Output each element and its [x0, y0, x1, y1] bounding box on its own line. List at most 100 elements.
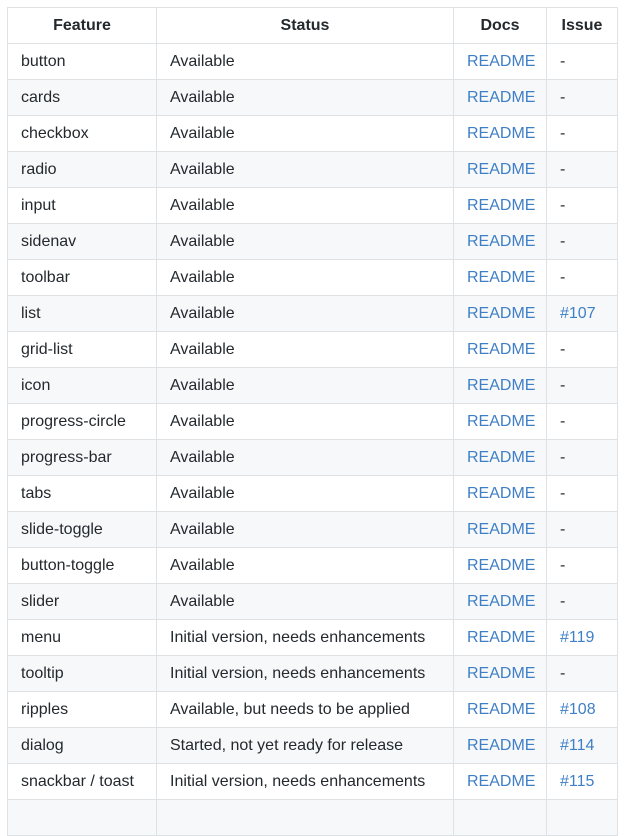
status-cell: Available [156, 295, 454, 332]
issue-cell: - [546, 331, 618, 368]
docs-cell: README [453, 223, 547, 260]
issue-none-text: - [560, 232, 566, 250]
issue-none-text: - [560, 124, 566, 142]
readme-link[interactable]: README [467, 449, 535, 466]
feature-cell: slide-toggle [7, 511, 157, 548]
issue-link[interactable]: #119 [560, 629, 594, 646]
readme-link[interactable]: README [467, 377, 535, 394]
table-row: grid-list Available README - [7, 331, 618, 368]
readme-link[interactable]: README [467, 629, 535, 646]
issue-cell: - [546, 223, 618, 260]
docs-cell: README [453, 79, 547, 116]
issue-link[interactable]: #108 [560, 701, 596, 718]
status-cell: Initial version, needs enhancements [156, 655, 454, 692]
feature-cell: progress-circle [7, 403, 157, 440]
table-row: radio Available README - [7, 151, 618, 188]
readme-link[interactable]: README [467, 305, 535, 322]
table-row: progress-circle Available README - [7, 403, 618, 440]
readme-link[interactable]: README [467, 341, 535, 358]
readme-link[interactable]: README [467, 557, 535, 574]
issue-link[interactable]: #115 [560, 773, 594, 790]
issue-cell: - [546, 583, 618, 620]
table-header-row: Feature Status Docs Issue [7, 7, 618, 44]
table-body: button Available README - cards Available READ… [7, 43, 618, 836]
status-cell: Initial version, needs enhancements [156, 763, 454, 800]
readme-link[interactable]: README [467, 593, 535, 610]
readme-link[interactable]: README [467, 125, 535, 142]
status-cell: Available [156, 583, 454, 620]
table-row: tooltip Initial version, needs enhancemen… [7, 655, 618, 692]
feature-cell: input [7, 187, 157, 224]
docs-cell: README [453, 403, 547, 440]
issue-cell: #115 [546, 763, 618, 800]
table-row: slide-toggle Available README - [7, 511, 618, 548]
feature-cell: button [7, 43, 157, 80]
docs-cell: README [453, 619, 547, 656]
readme-link[interactable]: README [467, 701, 535, 718]
issue-link[interactable]: #107 [560, 305, 596, 322]
readme-link[interactable]: README [467, 197, 535, 214]
docs-cell: README [453, 115, 547, 152]
docs-cell: README [453, 43, 547, 80]
issue-cell: - [546, 403, 618, 440]
feature-cell: grid-list [7, 331, 157, 368]
feature-cell: radio [7, 151, 157, 188]
issue-cell: - [546, 79, 618, 116]
readme-link[interactable]: README [467, 269, 535, 286]
feature-cell: slider [7, 583, 157, 620]
status-cell: Available, but needs to be applied [156, 691, 454, 728]
issue-none-text: - [560, 412, 566, 430]
issue-cell: - [546, 511, 618, 548]
readme-link[interactable]: README [467, 161, 535, 178]
docs-cell: README [453, 547, 547, 584]
issue-none-text: - [560, 592, 566, 610]
docs-cell: README [453, 763, 547, 800]
feature-cell: toolbar [7, 259, 157, 296]
issue-none-text: - [560, 484, 566, 502]
docs-cell: README [453, 511, 547, 548]
feature-cell: dialog [7, 727, 157, 764]
status-cell: Available [156, 259, 454, 296]
readme-link[interactable]: README [467, 521, 535, 538]
docs-cell: README [453, 259, 547, 296]
readme-link[interactable]: README [467, 413, 535, 430]
issue-none-text: - [560, 448, 566, 466]
readme-link[interactable]: README [467, 665, 535, 682]
table-row: input Available README - [7, 187, 618, 224]
table-row: menu Initial version, needs enhancements R… [7, 619, 618, 656]
feature-cell: sidenav [7, 223, 157, 260]
issue-none-text: - [560, 196, 566, 214]
table-row: cards Available README - [7, 79, 618, 116]
issue-cell: - [546, 115, 618, 152]
issue-cell: - [546, 151, 618, 188]
readme-link[interactable]: README [467, 53, 535, 70]
issue-none-text: - [560, 268, 566, 286]
table-row: tabs Available README - [7, 475, 618, 512]
feature-cell: list [7, 295, 157, 332]
partial-cell [546, 799, 618, 836]
status-cell: Available [156, 403, 454, 440]
issue-cell: - [546, 259, 618, 296]
feature-cell: cards [7, 79, 157, 116]
status-cell: Available [156, 511, 454, 548]
header-feature: Feature [7, 7, 157, 44]
feature-cell: tabs [7, 475, 157, 512]
feature-cell: checkbox [7, 115, 157, 152]
issue-cell: #114 [546, 727, 618, 764]
readme-link[interactable]: README [467, 233, 535, 250]
readme-link[interactable]: README [467, 485, 535, 502]
issue-none-text: - [560, 664, 566, 682]
readme-link[interactable]: README [467, 737, 535, 754]
readme-link[interactable]: README [467, 773, 535, 790]
docs-cell: README [453, 655, 547, 692]
table-row: toolbar Available README - [7, 259, 618, 296]
issue-cell: #107 [546, 295, 618, 332]
docs-cell: README [453, 583, 547, 620]
readme-link[interactable]: README [467, 89, 535, 106]
issue-cell: - [546, 475, 618, 512]
issue-link[interactable]: #114 [560, 737, 594, 754]
status-cell: Available [156, 43, 454, 80]
status-cell: Initial version, needs enhancements [156, 619, 454, 656]
table-row: slider Available README - [7, 583, 618, 620]
docs-cell: README [453, 151, 547, 188]
